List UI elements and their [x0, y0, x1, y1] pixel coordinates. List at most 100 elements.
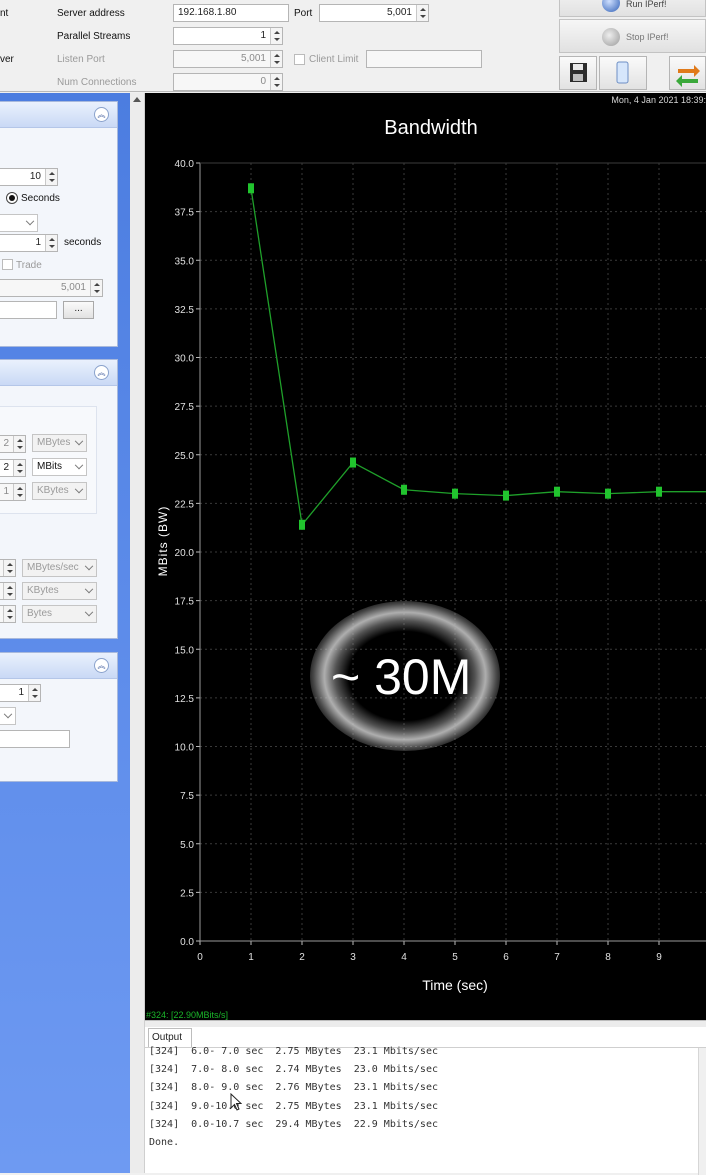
panel-2-header: ︽ [0, 360, 117, 386]
parallel-streams-spinner[interactable] [270, 28, 282, 44]
num-connections-label: Num Connections [57, 77, 137, 88]
chevron-down-icon [84, 584, 94, 594]
y-tick-label: 5.0 [180, 840, 194, 851]
x-tick-label: 4 [401, 952, 407, 963]
panel-3-header: ︽ [0, 653, 117, 679]
port-spinner[interactable] [416, 5, 428, 21]
transmit-spinner[interactable] [45, 169, 57, 185]
output-port-input[interactable]: 5,001 [0, 279, 103, 297]
rate-row-2-spinner[interactable] [3, 583, 15, 599]
bandwidth-chart: Bandwidth Time (sec) MBits (BW) 0.0 2.5 5.… [145, 93, 706, 1020]
trade-checkbox[interactable] [2, 259, 13, 270]
chevron-down-icon [74, 484, 84, 494]
log-line: [324] 8.0- 9.0 sec 2.76 MBytes 23.1 Mbit… [149, 1082, 438, 1093]
scroll-up-icon[interactable] [133, 97, 141, 102]
x-tick-label: 8 [605, 952, 611, 963]
buffer-row-3-input[interactable]: 1 [0, 483, 26, 501]
rate-row-2-unit-select[interactable]: KBytes [22, 582, 97, 600]
buffer-row-3-value: 1 [3, 486, 9, 497]
server-address-input[interactable]: 192.168.1.80 [173, 4, 289, 22]
num-connections-spinner[interactable] [270, 74, 282, 90]
interval-spinner[interactable] [45, 235, 57, 251]
x-axis-label: Time (sec) [422, 977, 488, 993]
client-limit-checkbox[interactable] [294, 54, 305, 65]
buffer-row-1-unit-select[interactable]: MBytes [32, 434, 87, 452]
chevron-down-icon [84, 607, 94, 617]
x-tick-label: 7 [554, 952, 560, 963]
rate-row-1-input[interactable] [0, 559, 16, 577]
y-tick-label: 0.0 [180, 937, 194, 948]
interval-input[interactable]: 1 [0, 234, 58, 252]
seconds-radio[interactable] [6, 192, 18, 204]
rate-row-3-unit-select[interactable]: Bytes [22, 605, 97, 623]
x-tick-label: 6 [503, 952, 509, 963]
y-tick-label: 32.5 [175, 305, 195, 316]
data-point [401, 484, 407, 495]
y-tick-label: 25.0 [175, 451, 195, 462]
y-tick-label: 35.0 [175, 256, 195, 267]
chart-timestamp: Mon, 4 Jan 2021 18:39: [611, 95, 706, 105]
buffer-row-3-unit-select[interactable]: KBytes [32, 482, 87, 500]
listen-port-input[interactable]: 5,001 [173, 50, 283, 68]
collapse-icon[interactable]: ︽ [94, 365, 109, 380]
parallel-streams-input[interactable]: 1 [173, 27, 283, 45]
buffer-row-3-spinner[interactable] [13, 484, 25, 500]
collapse-icon[interactable]: ︽ [94, 658, 109, 673]
data-point [554, 486, 560, 497]
x-tick-label: 1 [248, 952, 254, 963]
y-tick-label: 10.0 [175, 743, 195, 754]
panel-1-header: ︽ [0, 102, 117, 128]
rate-row-1-spinner[interactable] [3, 560, 15, 576]
port-value: 5,001 [386, 7, 412, 18]
y-tick-label: 17.5 [175, 597, 195, 608]
panel-3-text-input[interactable] [0, 730, 70, 748]
transmit-value-input[interactable]: 10 [0, 168, 58, 186]
file-path-input[interactable] [0, 301, 57, 319]
clear-button[interactable] [599, 56, 647, 90]
x-tick-label: 0 [197, 952, 203, 963]
interval-value: 1 [35, 237, 41, 248]
rate-row-3-spinner[interactable] [3, 606, 15, 622]
panel-3-select[interactable] [0, 707, 16, 725]
buffer-row-1-unit: MBytes [37, 437, 71, 448]
log-line: [324] 7.0- 8.0 sec 2.74 MBytes 23.0 Mbit… [149, 1064, 438, 1075]
output-splitter[interactable] [145, 1021, 706, 1027]
listen-port-spinner[interactable] [270, 51, 282, 67]
overlay-annotation: ~ 30M [331, 649, 472, 705]
buffer-row-2-unit-select[interactable]: MBits [32, 458, 87, 476]
server-address-label: Server address [57, 8, 125, 19]
output-port-spinner[interactable] [90, 280, 102, 296]
rate-row-3-input[interactable] [0, 605, 16, 623]
panel-3-value: 1 [18, 687, 24, 698]
buffer-row-1-input[interactable]: 2 [0, 435, 26, 453]
trade-label: Trade [16, 260, 42, 271]
port-input[interactable]: 5,001 [319, 4, 429, 22]
format-select[interactable] [0, 214, 38, 232]
client-limit-input[interactable] [366, 50, 482, 68]
chevron-down-icon [3, 709, 13, 719]
panel-3-spinner[interactable] [28, 685, 40, 701]
sidebar: ︽ 10 Seconds 1 seconds Trade 5,001 ... ︽… [0, 93, 130, 1173]
buffer-row-2-spinner[interactable] [13, 460, 25, 476]
rate-row-2-input[interactable] [0, 582, 16, 600]
run-iperf-button[interactable]: Run IPerf! [559, 0, 706, 17]
save-button[interactable] [559, 56, 597, 90]
rate-row-1-unit-select[interactable]: MBytes/sec [22, 559, 97, 577]
buffer-row-1-value: 2 [3, 438, 9, 449]
output-scrollbar[interactable] [698, 1048, 706, 1175]
sidebar-scrollbar[interactable] [130, 93, 145, 1173]
swap-button[interactable] [669, 56, 706, 90]
num-connections-input[interactable]: 0 [173, 73, 283, 91]
browse-button[interactable]: ... [63, 301, 94, 319]
listen-port-value: 5,001 [240, 53, 266, 64]
stop-label: Stop IPerf! [626, 32, 669, 42]
status-line: #324: [22.90MBits/s] [146, 1010, 229, 1020]
port-label: Port [294, 8, 313, 19]
chart-title: Bandwidth [384, 117, 477, 139]
collapse-icon[interactable]: ︽ [94, 107, 109, 122]
stop-iperf-button[interactable]: Stop IPerf! [559, 19, 706, 53]
buffer-row-2-input[interactable]: 2 [0, 459, 26, 477]
buffer-row-1-spinner[interactable] [13, 436, 25, 452]
panel-3-value-input[interactable]: 1 [0, 684, 41, 702]
tab-output[interactable]: Output [148, 1028, 192, 1047]
